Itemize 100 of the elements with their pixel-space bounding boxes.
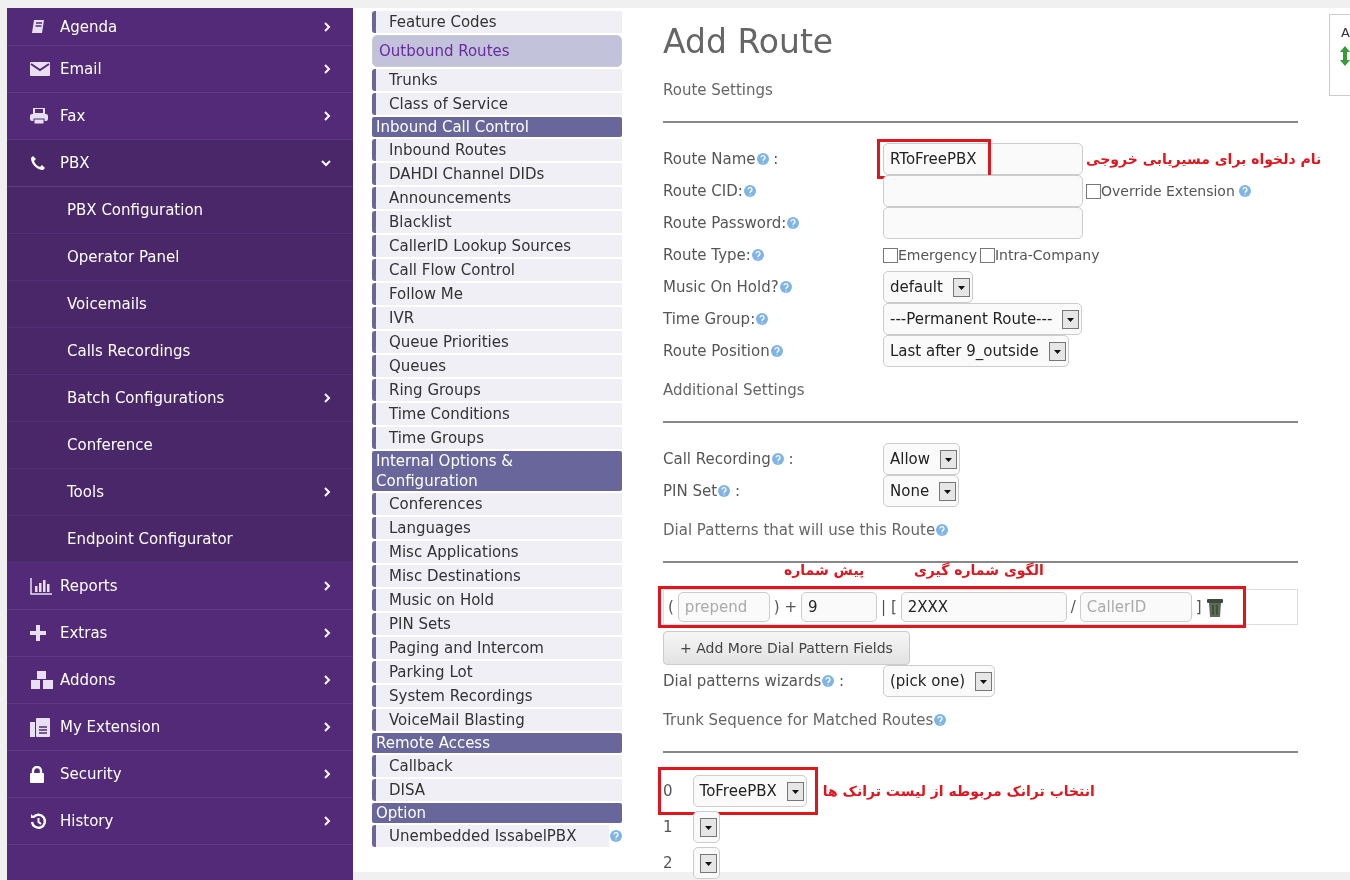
field-label: PIN Set: [663, 482, 718, 500]
prefix-field[interactable]: 9: [801, 592, 878, 622]
separator: /: [1070, 598, 1076, 616]
nav-link[interactable]: System Recordings: [372, 685, 622, 707]
text-field[interactable]: RToFreePBX: [883, 143, 1083, 175]
sidebar-item[interactable]: Agenda: [7, 8, 353, 46]
help-icon[interactable]: [771, 453, 784, 465]
dropdown[interactable]: ToFreePBX: [692, 775, 807, 807]
sidebar-subitem[interactable]: Endpoint Configurator: [7, 516, 353, 563]
sidebar-subitem[interactable]: Operator Panel: [7, 234, 353, 281]
bracket: ]: [1195, 598, 1202, 616]
nav-link[interactable]: Parking Lot: [372, 661, 622, 683]
chevron-right-icon: [324, 111, 331, 121]
sidebar-item[interactable]: Addons: [7, 657, 353, 704]
checkbox-label: Override Extension: [1101, 183, 1235, 199]
sidebar-item[interactable]: PBX: [7, 140, 353, 187]
nav-link[interactable]: Class of Service: [372, 93, 622, 115]
separator: ) +: [773, 598, 798, 616]
add-pattern-button[interactable]: + Add More Dial Pattern Fields: [663, 631, 910, 665]
nav-link[interactable]: DISA: [372, 779, 622, 801]
sidebar-subitem[interactable]: Voicemails: [7, 281, 353, 328]
help-icon[interactable]: [756, 153, 769, 165]
nav-link[interactable]: Outbound Routes: [372, 35, 622, 67]
chevron-right-icon: [324, 581, 331, 591]
nav-link[interactable]: IVR: [372, 307, 622, 329]
sidebar-subitem[interactable]: Batch Configurations: [7, 375, 353, 422]
dropdown[interactable]: [692, 847, 720, 879]
plus-icon: [30, 625, 46, 641]
dropdown[interactable]: Allow: [883, 443, 961, 475]
nav-link[interactable]: DAHDI Channel DIDs: [372, 163, 622, 185]
dropdown[interactable]: None: [883, 475, 960, 507]
help-icon[interactable]: [936, 524, 949, 536]
nav-link[interactable]: Blacklist: [372, 211, 622, 233]
help-icon[interactable]: [822, 675, 835, 687]
callerid-field[interactable]: CallerID: [1079, 592, 1192, 622]
nav-group-header: Internal Options & Configuration: [372, 451, 622, 491]
nav-link[interactable]: Ring Groups: [372, 379, 622, 401]
field-label: Dial patterns wizards: [663, 672, 822, 690]
dropdown[interactable]: default: [883, 271, 973, 303]
sidebar-item[interactable]: My Extension: [7, 704, 353, 751]
nav-link[interactable]: Music on Hold: [372, 589, 622, 611]
nav-link[interactable]: Queue Priorities: [372, 331, 622, 353]
dropdown[interactable]: [692, 811, 720, 843]
nav-link[interactable]: Follow Me: [372, 283, 622, 305]
up-down-arrow-icon[interactable]: [1340, 46, 1350, 66]
field-label: Time Group:: [663, 310, 756, 328]
help-icon[interactable]: [751, 249, 764, 261]
help-icon[interactable]: [743, 185, 756, 197]
help-icon[interactable]: [787, 217, 800, 229]
dropdown[interactable]: (pick one): [883, 665, 995, 697]
nav-link[interactable]: Languages: [372, 517, 622, 539]
help-icon[interactable]: [779, 281, 792, 293]
checkbox[interactable]: [1086, 183, 1101, 199]
help-icon[interactable]: [934, 714, 947, 726]
nav-link[interactable]: Time Groups: [372, 427, 622, 449]
nav-link[interactable]: VoiceMail Blasting: [372, 709, 622, 731]
sidebar-item[interactable]: Email: [7, 46, 353, 93]
trash-icon[interactable]: [1205, 597, 1224, 617]
sidebar-subitem[interactable]: PBX Configuration: [7, 187, 353, 234]
help-icon[interactable]: [756, 313, 769, 325]
nav-link[interactable]: Call Flow Control: [372, 259, 622, 281]
bracket: (: [668, 598, 674, 616]
sidebar-subitem[interactable]: Conference: [7, 422, 353, 469]
nav-link[interactable]: Callback: [372, 755, 622, 777]
pattern-field[interactable]: 2XXX: [900, 592, 1067, 622]
nav-link[interactable]: Conferences: [372, 493, 622, 515]
nav-link[interactable]: PIN Sets: [372, 613, 622, 635]
nav-link[interactable]: Announcements: [372, 187, 622, 209]
checkbox[interactable]: [883, 247, 898, 263]
help-icon[interactable]: [718, 485, 731, 497]
nav-group-header: Remote Access: [372, 733, 622, 753]
nav-link[interactable]: Misc Destinations: [372, 565, 622, 587]
nav-link[interactable]: Queues: [372, 355, 622, 377]
nav-link[interactable]: Inbound Routes: [372, 139, 622, 161]
sidebar-subitem[interactable]: Calls Recordings: [7, 328, 353, 375]
nav-link[interactable]: Time Conditions: [372, 403, 622, 425]
text-field[interactable]: [883, 175, 1083, 207]
help-icon[interactable]: [770, 345, 783, 357]
chevron-right-icon: [324, 64, 331, 74]
nav-link[interactable]: Feature Codes: [372, 11, 622, 33]
nav-link[interactable]: Paging and Intercom: [372, 637, 622, 659]
nav-link[interactable]: Trunks: [372, 69, 622, 91]
nav-group-header: Inbound Call Control: [372, 117, 622, 137]
help-icon[interactable]: [610, 830, 622, 842]
checkbox-label: Intra-Company: [994, 247, 1100, 263]
checkbox[interactable]: [979, 247, 995, 263]
nav-link[interactable]: Unembedded IssabelPBX: [372, 825, 609, 847]
prepend-field[interactable]: prepend: [677, 592, 770, 622]
sidebar-item[interactable]: Extras: [7, 610, 353, 657]
sidebar-item[interactable]: History: [7, 798, 353, 845]
nav-link[interactable]: CallerID Lookup Sources: [372, 235, 622, 257]
sidebar-item[interactable]: Security: [7, 751, 353, 798]
page-title: Add Route: [663, 22, 835, 61]
sidebar-subitem[interactable]: Tools: [7, 469, 353, 516]
help-icon[interactable]: [1238, 185, 1251, 197]
dropdown[interactable]: Last after 9_outside: [883, 335, 1069, 367]
dropdown[interactable]: ---Permanent Route---: [883, 303, 1083, 335]
nav-link[interactable]: Misc Applications: [372, 541, 622, 563]
sidebar-item[interactable]: Reports: [7, 563, 353, 610]
text-field[interactable]: [883, 207, 1083, 239]
